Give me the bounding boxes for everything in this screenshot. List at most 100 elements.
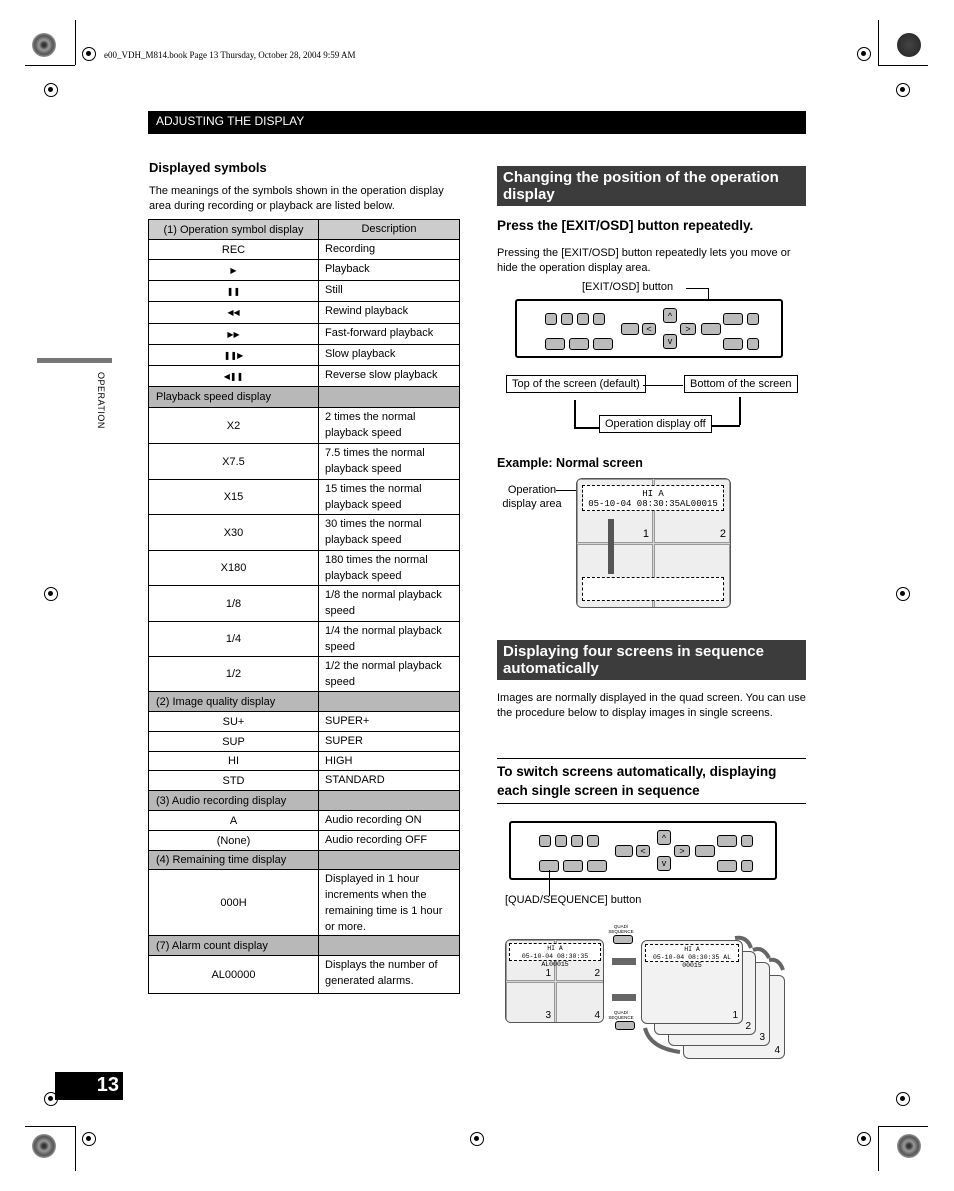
registration-mark: [82, 47, 96, 61]
table-section-row: (2) Image quality display: [149, 692, 459, 712]
description-cell: HIGH: [325, 755, 353, 767]
description-cell: 30 times the normal playback speed: [325, 518, 422, 546]
symbol-cell: ❚❚: [149, 281, 319, 301]
table-row: X15 15 times the normal playback speed: [149, 480, 459, 515]
panel-button[interactable]: [563, 860, 583, 872]
description-cell: Fast-forward playback: [325, 327, 434, 339]
example-heading: Example: Normal screen: [497, 456, 643, 470]
panel-button[interactable]: [571, 835, 583, 847]
osd-line-1: HI A: [547, 945, 563, 952]
right-arrow-button[interactable]: >: [674, 845, 690, 857]
registration-mark: [857, 1132, 871, 1146]
panel-button[interactable]: [615, 845, 633, 857]
symbol-cell: (None): [149, 831, 319, 850]
table-row: REC Recording: [149, 240, 459, 260]
quad-sequence-button-small: [613, 935, 633, 944]
panel-button[interactable]: [593, 338, 613, 350]
quad-sequence-callout: [QUAD/SEQUENCE] button: [505, 894, 642, 906]
left-arrow-button[interactable]: <: [636, 845, 650, 857]
panel-button[interactable]: [717, 860, 737, 872]
registration-mark: [857, 47, 871, 61]
divider: [497, 803, 806, 804]
cycle-arrows-icon: [643, 935, 785, 1054]
panel-button[interactable]: [747, 313, 759, 325]
panel-button[interactable]: [723, 338, 743, 350]
small-button-label: QUAD/ SEQUENCE: [608, 924, 634, 934]
panel-button[interactable]: [593, 313, 605, 325]
table-row: 1/2 1/2 the normal playback speed: [149, 657, 459, 692]
right-arrow-button[interactable]: >: [680, 323, 696, 335]
description-cell: Rewind playback: [325, 305, 409, 317]
table-row: STD STANDARD: [149, 771, 459, 791]
panel-button[interactable]: [545, 313, 557, 325]
panel-button[interactable]: [747, 338, 759, 350]
exit-osd-button[interactable]: [701, 323, 721, 335]
symbol-cell: X30: [149, 515, 319, 550]
flow-bottom-of-screen: Bottom of the screen: [684, 375, 798, 393]
quad-screen-example: 1 2 HI A 05-10-04 08:30:35AL00015: [576, 478, 731, 608]
table-row: SU+ SUPER+: [149, 712, 459, 732]
crop-line: [75, 20, 76, 65]
description-cell: SUPER: [325, 735, 363, 747]
panel-button[interactable]: [587, 835, 599, 847]
panel-button[interactable]: [587, 860, 607, 872]
registration-rosette: [32, 33, 56, 57]
symbol-cell: SU+: [149, 712, 319, 731]
panel-button[interactable]: [717, 835, 737, 847]
switch-screens-heading: To switch screens automatically, display…: [497, 764, 777, 798]
panel-button[interactable]: [539, 835, 551, 847]
symbol-cell: ▶: [149, 260, 319, 280]
panel-button[interactable]: [561, 313, 573, 325]
table-row: ▶ Playback: [149, 260, 459, 281]
description-cell: [319, 387, 459, 407]
registration-mark: [44, 83, 58, 97]
quad-sequence-button-small: [615, 1021, 635, 1030]
osd-line-2: 05-10-04 08:30:35 AL00015: [521, 953, 589, 968]
symbol-cell: (4) Remaining time display: [149, 851, 319, 869]
registration-rosette: [897, 1134, 921, 1158]
panel-button[interactable]: [569, 338, 589, 350]
description-cell: Still: [325, 284, 343, 296]
panel-button[interactable]: [741, 835, 753, 847]
press-exit-heading: Press the [EXIT/OSD] button repeatedly.: [497, 218, 754, 233]
up-arrow-button[interactable]: ^: [663, 308, 677, 323]
quad-screen: 1 2 3 4 HI A 05-10-04 08:30:35 AL00015: [505, 939, 604, 1023]
table-row: X30 30 times the normal playback speed: [149, 515, 459, 551]
symbol-cell: 000H: [149, 870, 319, 935]
symbol-cell: ◀❚❚: [149, 366, 319, 386]
down-arrow-button[interactable]: v: [657, 856, 671, 871]
side-tab-label: OPERATION: [96, 372, 106, 429]
flow-display-off: Operation display off: [599, 415, 712, 433]
symbol-cell: 1/8: [149, 586, 319, 621]
flow-arrow: [574, 427, 599, 429]
table-row: A Audio recording ON: [149, 811, 459, 831]
panel-button[interactable]: [555, 835, 567, 847]
column-header: (1) Operation symbol display: [149, 220, 319, 239]
panel-button[interactable]: [741, 860, 753, 872]
up-arrow-button[interactable]: ^: [657, 830, 671, 845]
left-arrow-button[interactable]: <: [642, 323, 656, 335]
description-cell: [319, 692, 459, 711]
table-row: ▶▶ Fast-forward playback: [149, 324, 459, 345]
symbol-cell: X15: [149, 480, 319, 514]
description-cell: Playback: [325, 263, 370, 275]
panel-button[interactable]: [723, 313, 743, 325]
osd-line-1: HI A: [642, 489, 664, 499]
panel-button[interactable]: [577, 313, 589, 325]
panel-button[interactable]: [545, 338, 565, 350]
flow-top-of-screen: Top of the screen (default): [506, 375, 646, 393]
description-cell: 1/4 the normal playback speed: [325, 625, 442, 653]
left-arrow-icon: [612, 994, 636, 1001]
description-cell: Displays the number of generated alarms.: [325, 959, 438, 987]
registration-mark: [896, 1092, 910, 1106]
slow-play-icon: ❚❚▶: [223, 350, 244, 360]
crop-line: [25, 1126, 75, 1127]
symbol-cell: ❚❚▶: [149, 345, 319, 365]
panel-button[interactable]: [695, 845, 715, 857]
table-row: (None) Audio recording OFF: [149, 831, 459, 851]
section-header: ADJUSTING THE DISPLAY: [148, 111, 806, 134]
crop-line: [878, 65, 928, 66]
description-cell: 1/8 the normal playback speed: [325, 589, 442, 617]
down-arrow-button[interactable]: v: [663, 334, 677, 349]
panel-button[interactable]: [621, 323, 639, 335]
